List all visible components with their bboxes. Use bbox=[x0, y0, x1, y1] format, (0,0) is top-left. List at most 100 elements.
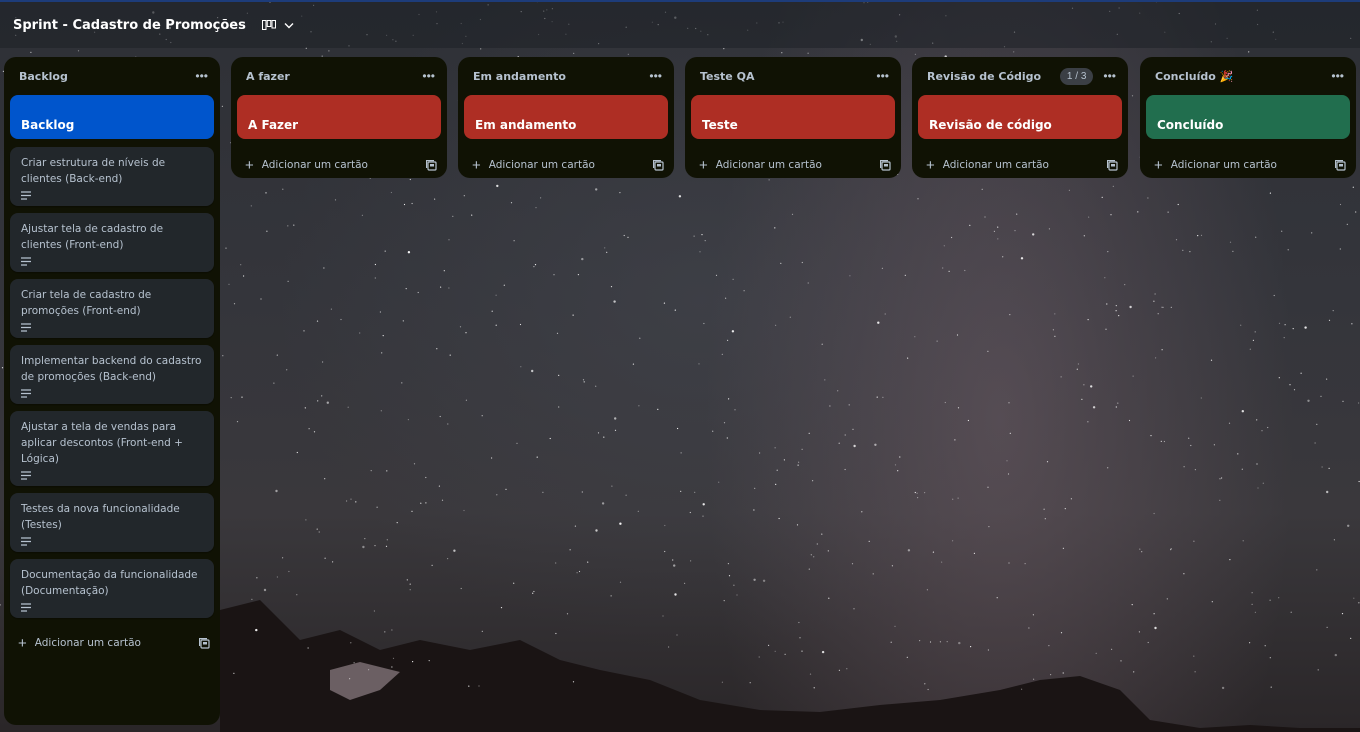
star bbox=[1219, 478, 1221, 480]
star bbox=[513, 582, 515, 584]
star bbox=[789, 316, 791, 318]
description-icon bbox=[21, 537, 31, 546]
star bbox=[721, 353, 723, 355]
star bbox=[702, 515, 704, 517]
add-card-button[interactable]: + Adicionar um cartão bbox=[464, 147, 668, 183]
star bbox=[946, 641, 948, 643]
star bbox=[876, 396, 878, 398]
star bbox=[459, 326, 462, 328]
star bbox=[668, 646, 670, 648]
star bbox=[1270, 686, 1272, 688]
star bbox=[317, 400, 319, 402]
star bbox=[250, 205, 252, 207]
list-menu-icon[interactable]: ••• bbox=[195, 69, 208, 83]
star bbox=[1150, 435, 1152, 437]
star bbox=[1170, 306, 1172, 308]
star bbox=[680, 452, 682, 454]
star bbox=[917, 198, 919, 200]
star bbox=[699, 251, 701, 253]
card-limit-counter: 1 / 3 bbox=[1059, 67, 1094, 85]
cover-card[interactable]: Teste bbox=[691, 95, 895, 139]
star bbox=[926, 589, 929, 591]
star bbox=[1132, 375, 1134, 377]
cover-card[interactable]: Backlog bbox=[10, 95, 214, 139]
star bbox=[1060, 632, 1063, 634]
card-tela-promocoes[interactable]: Criar tela de cadastro de promoções (Fro… bbox=[10, 279, 214, 338]
card-tela-clientes[interactable]: Ajustar tela de cadastro de clientes (Fr… bbox=[10, 213, 214, 272]
board-title[interactable]: Sprint - Cadastro de Promoções bbox=[13, 18, 246, 33]
description-icon bbox=[21, 257, 31, 266]
create-from-template-icon[interactable] bbox=[1335, 159, 1346, 171]
star bbox=[1166, 598, 1168, 600]
list-header: Em andamento ••• bbox=[464, 57, 668, 95]
description-icon bbox=[21, 471, 31, 480]
list-menu-icon[interactable]: ••• bbox=[422, 69, 435, 83]
cover-card[interactable]: Em andamento bbox=[464, 95, 668, 139]
star bbox=[256, 577, 258, 579]
create-from-template-icon[interactable] bbox=[199, 637, 210, 649]
create-from-template-icon[interactable] bbox=[880, 159, 891, 171]
star bbox=[384, 250, 386, 252]
star bbox=[1088, 216, 1090, 218]
add-card-button[interactable]: + Adicionar um cartão bbox=[10, 625, 214, 661]
add-card-button[interactable]: + Adicionar um cartão bbox=[691, 147, 895, 183]
list-title[interactable]: Concluído 🎉 bbox=[1155, 70, 1233, 83]
star bbox=[355, 501, 357, 503]
list-title[interactable]: Revisão de Código bbox=[927, 70, 1041, 83]
create-from-template-icon[interactable] bbox=[653, 159, 664, 171]
add-card-label: Adicionar um cartão bbox=[261, 159, 368, 171]
cover-card[interactable]: A Fazer bbox=[237, 95, 441, 139]
star bbox=[894, 464, 897, 466]
list-menu-icon[interactable]: ••• bbox=[1331, 69, 1344, 83]
board-view-switcher[interactable] bbox=[261, 20, 294, 30]
star bbox=[715, 274, 718, 276]
star bbox=[732, 278, 734, 280]
card-documentacao[interactable]: Documentação da funcionalidade (Document… bbox=[10, 559, 214, 618]
create-from-template-icon[interactable] bbox=[1107, 159, 1118, 171]
list-menu-icon[interactable]: ••• bbox=[1103, 69, 1116, 83]
create-from-template-icon[interactable] bbox=[426, 159, 437, 171]
add-card-button[interactable]: + Adicionar um cartão bbox=[1146, 147, 1350, 183]
star bbox=[401, 382, 403, 384]
list-menu-icon[interactable]: ••• bbox=[876, 69, 889, 83]
star bbox=[798, 621, 800, 624]
add-card-label: Adicionar um cartão bbox=[942, 159, 1049, 171]
star bbox=[939, 641, 942, 643]
add-card-button[interactable]: + Adicionar um cartão bbox=[237, 147, 441, 183]
star bbox=[1163, 440, 1165, 443]
card-niveis-clientes[interactable]: Criar estrutura de níveis de clientes (B… bbox=[10, 147, 214, 206]
star bbox=[403, 203, 406, 206]
star bbox=[273, 382, 275, 384]
star bbox=[882, 396, 884, 398]
card-tela-vendas[interactable]: Ajustar a tela de vendas para aplicar de… bbox=[10, 411, 214, 486]
card-testes[interactable]: Testes da nova funcionalidade (Testes) bbox=[10, 493, 214, 552]
card-title: Implementar backend do cadastro de promo… bbox=[21, 355, 202, 383]
star bbox=[1328, 467, 1330, 469]
star bbox=[1095, 652, 1097, 655]
add-card-button[interactable]: + Adicionar um cartão bbox=[918, 147, 1122, 183]
list-title[interactable]: Backlog bbox=[19, 70, 68, 83]
star bbox=[1257, 487, 1259, 489]
star bbox=[1334, 653, 1338, 657]
list-menu-icon[interactable]: ••• bbox=[649, 69, 662, 83]
star bbox=[723, 600, 725, 602]
star bbox=[1321, 466, 1323, 468]
list-title[interactable]: Em andamento bbox=[473, 70, 566, 83]
star bbox=[1251, 592, 1253, 594]
star bbox=[776, 469, 778, 471]
star bbox=[828, 597, 830, 599]
star bbox=[606, 251, 608, 253]
list-title[interactable]: A fazer bbox=[246, 70, 290, 83]
star bbox=[276, 354, 278, 356]
cover-card[interactable]: Revisão de código bbox=[918, 95, 1122, 139]
star bbox=[328, 50, 330, 52]
star bbox=[897, 470, 899, 472]
card-backend-promocoes[interactable]: Implementar backend do cadastro de promo… bbox=[10, 345, 214, 404]
star bbox=[495, 294, 497, 296]
list-title[interactable]: Teste QA bbox=[700, 70, 754, 83]
star bbox=[282, 557, 284, 559]
star bbox=[988, 526, 990, 528]
star bbox=[1328, 319, 1331, 321]
cover-card[interactable]: Concluído bbox=[1146, 95, 1350, 139]
star bbox=[597, 432, 600, 434]
